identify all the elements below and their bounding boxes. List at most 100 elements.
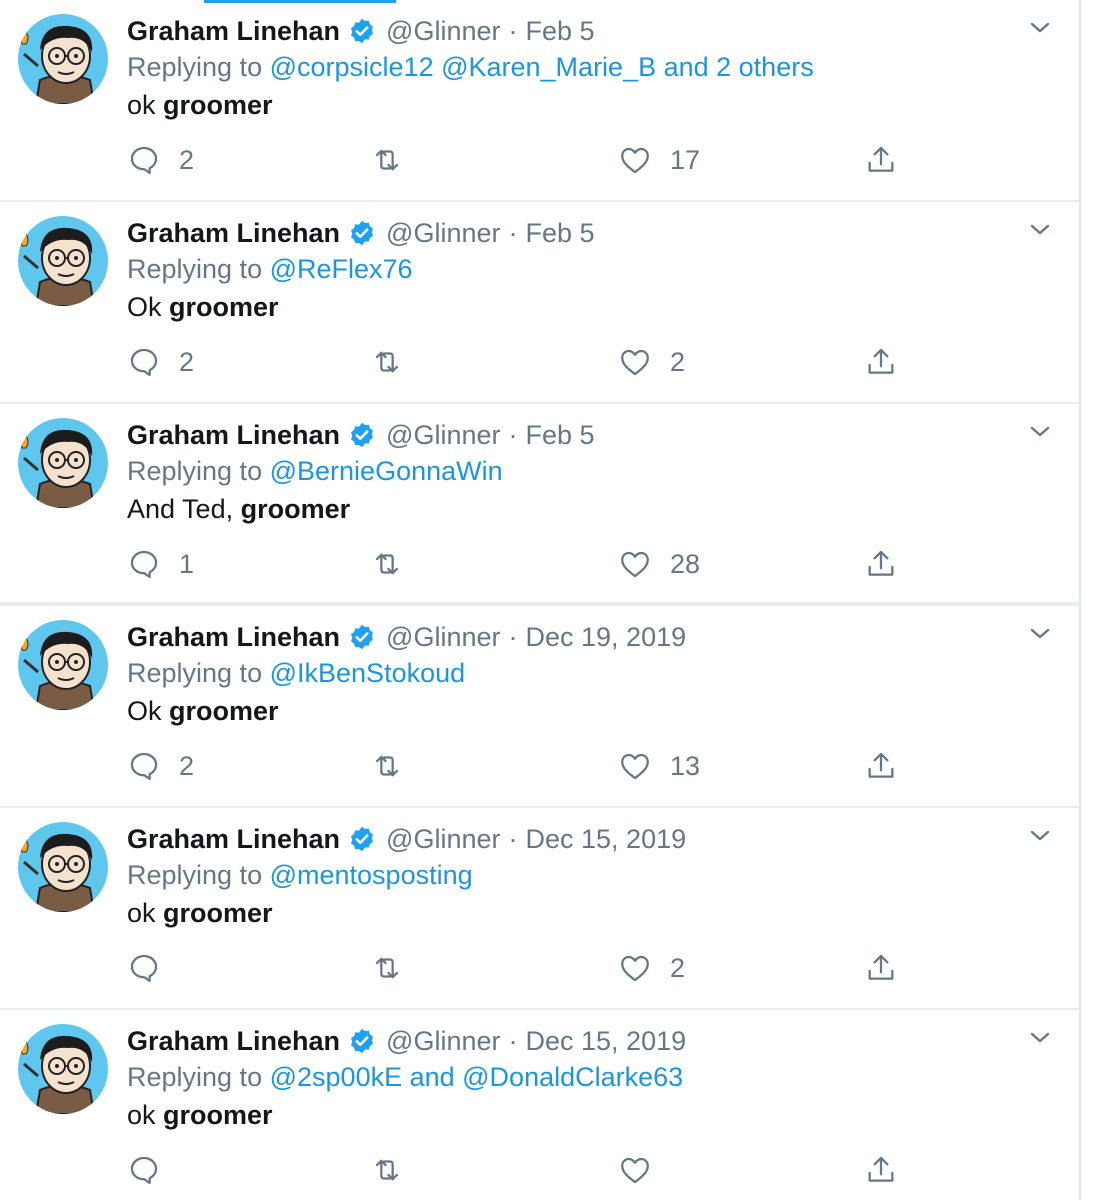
avatar[interactable] bbox=[18, 14, 108, 104]
reply-mentions[interactable]: @BernieGonnaWin bbox=[270, 456, 503, 486]
chevron-down-icon[interactable] bbox=[1026, 826, 1054, 846]
heart-icon bbox=[621, 147, 649, 174]
chevron-down-icon[interactable] bbox=[1026, 1028, 1054, 1048]
verified-badge-icon bbox=[351, 1028, 374, 1054]
share-icon bbox=[868, 954, 894, 980]
share-button[interactable] bbox=[864, 544, 898, 584]
verified-badge-icon bbox=[351, 826, 374, 852]
tweet-header: Graham Linehan @Glinner · Feb 5 bbox=[127, 416, 595, 454]
tweet-date[interactable]: Dec 15, 2019 bbox=[526, 824, 687, 855]
share-button[interactable] bbox=[864, 1150, 898, 1190]
retweet-icon bbox=[375, 755, 399, 777]
reply-mentions[interactable]: @corpsicle12 @Karen_Marie_B and 2 others bbox=[270, 52, 814, 82]
reply-button[interactable] bbox=[127, 1150, 179, 1190]
tweet-text: Ok groomer bbox=[127, 292, 279, 323]
like-button[interactable]: 28 bbox=[618, 544, 700, 584]
reply-button[interactable]: 1 bbox=[127, 544, 194, 584]
author-name[interactable]: Graham Linehan bbox=[127, 218, 340, 249]
tweet[interactable]: Graham Linehan @Glinner · Feb 5 Replying… bbox=[0, 0, 1079, 202]
replying-to-label: Replying to bbox=[127, 254, 263, 284]
avatar[interactable] bbox=[18, 1024, 108, 1114]
share-button[interactable] bbox=[864, 948, 898, 988]
like-button[interactable]: 2 bbox=[618, 342, 685, 382]
share-icon bbox=[868, 348, 894, 374]
author-handle[interactable]: @Glinner bbox=[386, 16, 500, 47]
share-icon bbox=[868, 146, 894, 172]
tweet-text-plain: Ok bbox=[127, 696, 170, 726]
tweet-header: Graham Linehan @Glinner · Feb 5 bbox=[127, 214, 595, 252]
author-handle[interactable]: @Glinner bbox=[386, 1026, 500, 1057]
tweet-text: ok groomer bbox=[127, 90, 273, 121]
like-button[interactable] bbox=[618, 1150, 670, 1190]
author-handle[interactable]: @Glinner bbox=[386, 622, 500, 653]
author-name[interactable]: Graham Linehan bbox=[127, 16, 340, 47]
reply-button[interactable]: 2 bbox=[127, 746, 194, 786]
tweet-date[interactable]: Dec 19, 2019 bbox=[526, 622, 687, 653]
chevron-down-icon[interactable] bbox=[1026, 624, 1054, 644]
avatar[interactable] bbox=[18, 620, 108, 710]
tweet-text-highlight: groomer bbox=[163, 1100, 273, 1130]
reply-mentions[interactable]: @2sp00kE and @DonaldClarke63 bbox=[270, 1062, 684, 1092]
chevron-down-icon[interactable] bbox=[1026, 422, 1054, 442]
reply-mentions[interactable]: @IkBenStokoud bbox=[270, 658, 466, 688]
reply-mentions[interactable]: @ReFlex76 bbox=[270, 254, 413, 284]
reply-mentions[interactable]: @mentosposting bbox=[270, 860, 473, 890]
avatar[interactable] bbox=[18, 822, 108, 912]
retweet-icon bbox=[375, 957, 399, 979]
author-handle[interactable]: @Glinner bbox=[386, 824, 500, 855]
replying-to-label: Replying to bbox=[127, 860, 263, 890]
reply-button[interactable] bbox=[127, 948, 179, 988]
twitter-replies-screenshot: Graham Linehan @Glinner · Feb 5 Replying… bbox=[0, 0, 1104, 1200]
replying-to-label: Replying to bbox=[127, 52, 263, 82]
chevron-down-icon[interactable] bbox=[1026, 220, 1054, 240]
tweet-date[interactable]: Feb 5 bbox=[526, 420, 595, 451]
tweet-header: Graham Linehan @Glinner · Feb 5 bbox=[127, 12, 595, 50]
tweet-date[interactable]: Feb 5 bbox=[526, 218, 595, 249]
tweet-date[interactable]: Dec 15, 2019 bbox=[526, 1026, 687, 1057]
author-name[interactable]: Graham Linehan bbox=[127, 420, 340, 451]
author-handle[interactable]: @Glinner bbox=[386, 218, 500, 249]
tweet-actions bbox=[0, 1150, 1079, 1190]
retweet-button[interactable] bbox=[370, 746, 422, 786]
like-button[interactable]: 13 bbox=[618, 746, 700, 786]
verified-badge-icon bbox=[351, 624, 374, 650]
tweet[interactable]: Graham Linehan @Glinner · Dec 19, 2019 R… bbox=[0, 606, 1079, 808]
like-button[interactable]: 2 bbox=[618, 948, 685, 988]
replying-to-line: Replying to @corpsicle12 @Karen_Marie_B … bbox=[127, 52, 814, 83]
tweet-date[interactable]: Feb 5 bbox=[526, 16, 595, 47]
author-name[interactable]: Graham Linehan bbox=[127, 1026, 340, 1057]
tweet[interactable]: Graham Linehan @Glinner · Dec 15, 2019 R… bbox=[0, 808, 1079, 1010]
tweet-text: And Ted, groomer bbox=[127, 494, 350, 525]
verified-badge-icon bbox=[351, 220, 374, 246]
reply-button[interactable]: 2 bbox=[127, 342, 194, 382]
share-button[interactable] bbox=[864, 746, 898, 786]
retweet-button[interactable] bbox=[370, 1150, 422, 1190]
share-button[interactable] bbox=[864, 140, 898, 180]
retweet-icon bbox=[375, 1159, 399, 1181]
tweet[interactable]: Graham Linehan @Glinner · Feb 5 Replying… bbox=[0, 202, 1079, 404]
replying-to-label: Replying to bbox=[127, 1062, 263, 1092]
reply-count: 2 bbox=[179, 144, 195, 175]
avatar[interactable] bbox=[18, 216, 108, 306]
author-name[interactable]: Graham Linehan bbox=[127, 824, 340, 855]
replying-to-line: Replying to @IkBenStokoud bbox=[127, 658, 465, 689]
retweet-button[interactable] bbox=[370, 544, 422, 584]
retweet-button[interactable] bbox=[370, 140, 422, 180]
chevron-down-icon[interactable] bbox=[1026, 18, 1054, 38]
tweet[interactable]: Graham Linehan @Glinner · Feb 5 Replying… bbox=[0, 404, 1079, 606]
author-name[interactable]: Graham Linehan bbox=[127, 622, 340, 653]
separator-dot: · bbox=[508, 823, 518, 854]
share-button[interactable] bbox=[864, 342, 898, 382]
tweet-actions: 2 13 bbox=[0, 746, 1079, 786]
retweet-button[interactable] bbox=[370, 342, 422, 382]
tweet-text-plain: Ok bbox=[127, 292, 170, 322]
retweet-button[interactable] bbox=[370, 948, 422, 988]
tweet-text-plain: ok bbox=[127, 1100, 164, 1130]
tweet-text-highlight: groomer bbox=[169, 696, 279, 726]
tweet[interactable]: Graham Linehan @Glinner · Dec 15, 2019 R… bbox=[0, 1010, 1079, 1200]
like-button[interactable]: 17 bbox=[618, 140, 700, 180]
replying-to-label: Replying to bbox=[127, 658, 263, 688]
author-handle[interactable]: @Glinner bbox=[386, 420, 500, 451]
avatar[interactable] bbox=[18, 418, 108, 508]
reply-button[interactable]: 2 bbox=[127, 140, 194, 180]
